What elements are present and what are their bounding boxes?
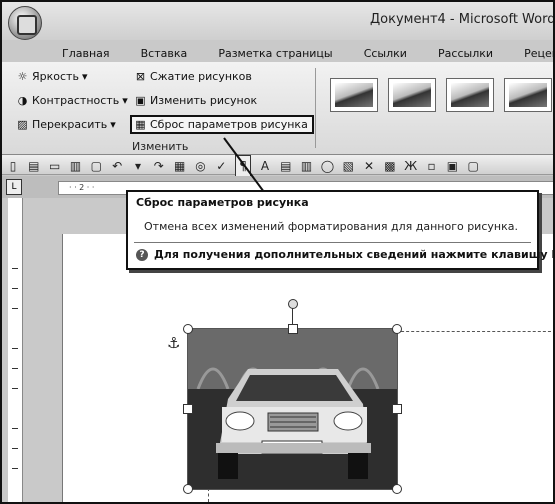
reset-picture-icon: ▦ <box>135 118 146 131</box>
dropdown-arrow-icon[interactable]: ▾ <box>131 156 145 176</box>
spelling-icon[interactable]: ✓ <box>214 156 228 176</box>
contrast-label: Контрастность <box>32 94 120 107</box>
tab-home[interactable]: Главная <box>62 47 110 60</box>
change-picture-label: Изменить рисунок <box>150 94 258 107</box>
rotation-handle[interactable] <box>288 299 298 309</box>
permission-icon[interactable]: ▥ <box>68 156 82 176</box>
reset-picture-button[interactable]: ▦ Сброс параметров рисунка <box>130 115 314 134</box>
word-window: Документ4 - Microsoft Word Главная Встав… <box>0 0 555 504</box>
text-wrap-guide <box>208 488 209 502</box>
ribbon-group-label: Изменить <box>132 140 189 153</box>
office-button-icon <box>17 15 37 35</box>
screen-tip: Сброс параметров рисунка Отмена всех изм… <box>126 190 553 270</box>
picture-style-thumbnail[interactable] <box>446 78 494 112</box>
resize-handle-se[interactable] <box>392 484 402 494</box>
window-icon[interactable]: ▣ <box>445 156 459 176</box>
recolor-button[interactable]: ▨ Перекрасить ▾ <box>16 118 116 131</box>
save-icon[interactable]: ▤ <box>27 156 41 176</box>
redo-icon[interactable]: ↷ <box>152 156 166 176</box>
print-icon[interactable]: ▢ <box>89 156 103 176</box>
car-photo <box>188 329 397 489</box>
dropdown-arrow-icon: ▾ <box>81 70 88 83</box>
resize-handle-w[interactable] <box>183 404 193 414</box>
title-bar: Документ4 - Microsoft Word <box>2 2 553 40</box>
compress-label: Сжатие рисунков <box>150 70 252 83</box>
brightness-button[interactable]: ☼ Яркость ▾ <box>16 70 88 83</box>
screen-tip-description: Отмена всех изменений форматирования для… <box>144 220 518 233</box>
window-title: Документ4 - Microsoft Word <box>370 12 555 27</box>
picture-icon[interactable]: ▩ <box>383 156 397 176</box>
tab-insert[interactable]: Вставка <box>141 47 188 60</box>
table-icon[interactable]: ▤ <box>279 156 293 176</box>
chart-icon[interactable]: ▧ <box>341 156 355 176</box>
resize-handle-ne[interactable] <box>392 324 402 334</box>
resize-handle-e[interactable] <box>392 404 402 414</box>
recolor-label: Перекрасить <box>32 118 108 131</box>
bold-icon[interactable]: Ж <box>404 156 418 176</box>
screen-tip-help-text: Для получения дополнительных сведений на… <box>154 248 555 261</box>
contrast-button[interactable]: ◑ Контрастность ▾ <box>16 94 128 107</box>
undo-icon[interactable]: ↶ <box>110 156 124 176</box>
ribbon-tabs: Главная Вставка Разметка страницы Ссылки… <box>62 42 553 64</box>
show-formatting-button[interactable]: ¶ <box>235 155 252 177</box>
screen-tip-title: Сброс параметров рисунка <box>136 196 309 209</box>
cut-icon[interactable]: ✕ <box>362 156 376 176</box>
text-wrap-guide <box>396 331 553 332</box>
ruler-ticks: · · 2 · · <box>69 183 95 192</box>
office-button[interactable] <box>8 6 42 40</box>
picture-style-thumbnail[interactable] <box>388 78 436 112</box>
reset-picture-label: Сброс параметров рисунка <box>150 118 308 131</box>
selected-picture[interactable] <box>187 328 398 490</box>
more-icon[interactable]: ▢ <box>466 156 480 176</box>
ribbon-group-separator <box>315 68 316 148</box>
shapes-icon[interactable]: ◯ <box>320 156 334 176</box>
columns-icon[interactable]: ▥ <box>300 156 314 176</box>
change-picture-icon: ▣ <box>135 94 146 107</box>
sun-icon: ☼ <box>17 70 28 83</box>
open-icon[interactable]: ▭ <box>48 156 62 176</box>
tab-selector[interactable]: L <box>6 179 22 195</box>
ribbon: ☼ Яркость ▾ ◑ Контрастность ▾ ▨ Перекрас… <box>2 62 553 155</box>
font-icon[interactable]: A <box>258 156 272 176</box>
insert-icon[interactable]: ▫ <box>425 156 439 176</box>
tab-mailings[interactable]: Рассылки <box>438 47 493 60</box>
tab-references[interactable]: Ссылки <box>364 47 407 60</box>
resize-handle-sw[interactable] <box>183 484 193 494</box>
preview-icon[interactable]: ▦ <box>173 156 187 176</box>
new-doc-icon[interactable]: ▯ <box>6 156 20 176</box>
dropdown-arrow-icon: ▾ <box>110 118 116 131</box>
resize-handle-nw[interactable] <box>183 324 193 334</box>
picture-style-thumbnail[interactable] <box>330 78 378 112</box>
compress-pictures-button[interactable]: ⊠ Сжатие рисунков <box>134 70 252 83</box>
vertical-ruler[interactable] <box>8 198 23 502</box>
anchor-icon: ⚓ <box>167 334 181 352</box>
help-icon: ? <box>136 248 148 261</box>
contrast-icon: ◑ <box>17 94 28 107</box>
zoom-icon[interactable]: ◎ <box>193 156 207 176</box>
tab-page-layout[interactable]: Разметка страницы <box>218 47 332 60</box>
brightness-label: Яркость <box>32 70 79 83</box>
compress-icon: ⊠ <box>135 70 146 83</box>
tab-review[interactable]: Рецензир <box>524 47 553 60</box>
quick-toolbar: ▯ ▤ ▭ ▥ ▢ ↶ ▾ ↷ ▦ ◎ ✓ ¶ A ▤ ▥ ◯ ▧ ✕ ▩ Ж … <box>2 155 553 177</box>
screen-tip-help: ? Для получения дополнительных сведений … <box>136 248 555 261</box>
resize-handle-n[interactable] <box>288 324 298 334</box>
recolor-icon: ▨ <box>17 118 28 131</box>
picture-style-thumbnail[interactable] <box>504 78 552 112</box>
dropdown-arrow-icon: ▾ <box>122 94 128 107</box>
screen-tip-divider <box>134 242 531 243</box>
change-picture-button[interactable]: ▣ Изменить рисунок <box>134 94 257 107</box>
